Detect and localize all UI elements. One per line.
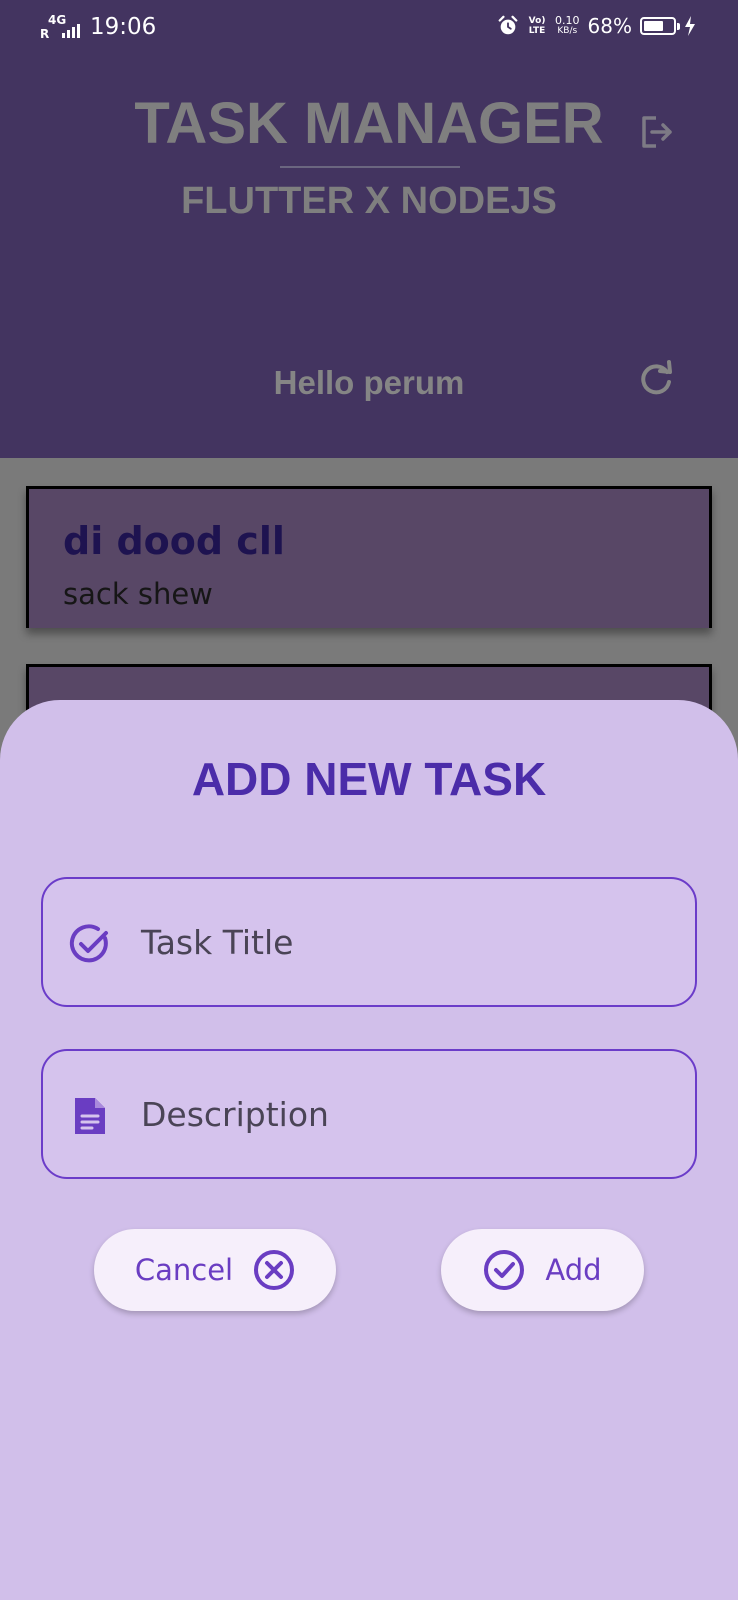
check-circle-icon [484,1250,525,1290]
add-button[interactable]: Add [441,1229,644,1311]
status-left: R 4G 19:06 [40,14,156,40]
task-title-placeholder: Task Title [141,923,294,962]
cancel-icon [254,1250,295,1290]
network-type: 4G [48,13,67,27]
battery-fill [644,21,663,31]
speed-unit: KB/s [557,26,578,36]
task-title: di dood cll [63,519,285,563]
title-divider [280,166,460,168]
description-input[interactable]: Description [41,1049,697,1179]
status-bar: R 4G 19:06 Vo) LTE 0.10 KB/s 68% [0,0,738,62]
volte-icon: Vo) LTE [528,16,546,36]
task-description: sack shew [63,577,213,611]
roaming-label: R [40,27,50,41]
document-icon [75,1098,105,1134]
battery-percent: 68% [587,14,632,38]
clock: 19:06 [90,14,157,40]
alarm-icon [498,15,518,35]
add-task-sheet: ADD NEW TASK Task Title Description Canc… [0,700,738,1600]
app-subtitle: FLUTTER X NODEJS [181,180,557,222]
sheet-title: ADD NEW TASK [191,753,547,805]
app-header: TASK MANAGER FLUTTER X NODEJS Hello peru… [0,62,738,458]
logout-icon[interactable] [636,112,676,152]
task-title-input[interactable]: Task Title [41,877,697,1007]
cancel-button[interactable]: Cancel [94,1229,336,1311]
battery-icon [640,17,680,35]
add-label: Add [545,1253,602,1287]
description-placeholder: Description [141,1095,329,1134]
greeting-text: Hello perum [273,364,465,401]
network-indicator: R 4G [40,14,66,41]
network-speed: 0.10 KB/s [555,14,580,36]
cancel-label: Cancel [134,1253,234,1287]
refresh-icon[interactable] [636,358,676,398]
charging-icon [685,16,695,36]
task-card[interactable]: di dood cll sack shew [26,486,712,628]
app-title: TASK MANAGER [134,91,604,156]
speed-value: 0.10 [555,14,580,27]
check-circle-icon [69,924,108,963]
status-right: Vo) LTE 0.10 KB/s 68% [497,14,696,38]
